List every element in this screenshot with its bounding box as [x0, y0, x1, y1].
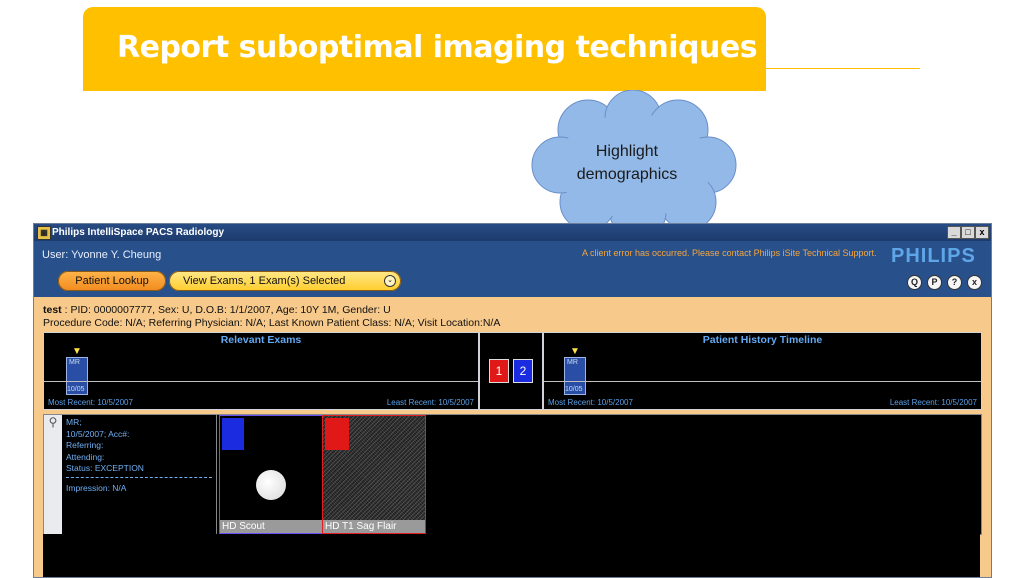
- most-recent-label: Most Recent: 10/5/2007: [48, 398, 133, 407]
- most-recent-label: Most Recent: 10/5/2007: [548, 398, 633, 407]
- history-marker-date: 10/05: [565, 386, 583, 393]
- series-marker: [222, 418, 244, 450]
- tab-patient-lookup[interactable]: Patient Lookup: [58, 271, 166, 291]
- series-marker: [325, 418, 349, 450]
- app-icon: ▦: [37, 226, 51, 240]
- compare-slot-1[interactable]: 1: [489, 359, 509, 383]
- series-thumbnail[interactable]: HD Scout: [219, 415, 323, 534]
- current-user: User: Yvonne Y. Cheung: [42, 249, 162, 261]
- history-marker-modality: MR: [567, 359, 578, 366]
- relevant-exams-title: Relevant Exams: [220, 334, 302, 346]
- series-thumbnails: HD Scout HD T1 Sag Flair: [216, 414, 982, 535]
- exam-details-text: MR; 10/5/2007; Acc#: Referring: Attendin…: [66, 417, 144, 475]
- relevant-exams-panel: Relevant Exams ▼ MR 10/05 Most Recent: 1…: [43, 332, 479, 410]
- exam-detail-line: 10/5/2007; Acc#:: [66, 428, 130, 439]
- tab-view-exams[interactable]: View Exams, 1 Exam(s) Selected ⌄: [169, 271, 401, 291]
- timeline-axis: [544, 381, 981, 382]
- exam-detail-line: Attending:: [66, 451, 105, 462]
- q-icon[interactable]: Q: [907, 275, 922, 290]
- window-titlebar[interactable]: ▦ Philips IntelliSpace PACS Radiology _ …: [34, 224, 991, 241]
- arrow-down-icon: ▼: [72, 346, 82, 357]
- series-thumbnail[interactable]: HD T1 Sag Flair: [322, 415, 426, 534]
- scout-image: [256, 470, 286, 500]
- close-window-button[interactable]: x: [975, 226, 989, 239]
- viewer-area[interactable]: [43, 534, 980, 577]
- patient-info-line1: : PID: 0000007777, Sex: U, D.O.B: 1/1/20…: [61, 304, 391, 316]
- maximize-button[interactable]: □: [961, 226, 975, 239]
- exam-detail-line: Status: EXCEPTION: [66, 463, 144, 473]
- wrench-icon[interactable]: ⚲: [44, 415, 62, 534]
- impression-text: Impression: N/A: [66, 483, 127, 493]
- exam-marker-modality: MR: [69, 359, 80, 366]
- series-label: HD T1 Sag Flair: [323, 520, 425, 533]
- compare-panel: 1 2: [479, 332, 543, 410]
- history-marker[interactable]: MR 10/05: [564, 357, 586, 395]
- exam-detail-line: Referring:: [66, 440, 104, 450]
- patient-name: test: [43, 304, 62, 316]
- p-icon[interactable]: P: [927, 275, 942, 290]
- close-icon[interactable]: x: [967, 275, 982, 290]
- help-icon[interactable]: ?: [947, 275, 962, 290]
- minimize-button[interactable]: _: [947, 226, 961, 239]
- pacs-window: ▦ Philips IntelliSpace PACS Radiology _ …: [33, 223, 992, 578]
- callout-text: Highlight demographics: [576, 143, 678, 183]
- arrow-down-icon: ▼: [570, 346, 580, 357]
- history-timeline-title: Patient History Timeline: [702, 334, 823, 346]
- exam-marker-date: 10/05: [67, 386, 85, 393]
- least-recent-label: Least Recent: 10/5/2007: [889, 398, 977, 407]
- window-title: Philips IntelliSpace PACS Radiology: [52, 227, 225, 238]
- exam-details-panel: ⚲ MR; 10/5/2007; Acc#: Referring: Attend…: [43, 414, 217, 535]
- least-recent-label: Least Recent: 10/5/2007: [386, 398, 474, 407]
- title-underline: [766, 68, 920, 69]
- patient-info-line2: Procedure Code: N/A; Referring Physician…: [43, 317, 501, 329]
- tab-view-exams-label: View Exams, 1 Exam(s) Selected: [183, 275, 346, 287]
- patient-demographics: test : PID: 0000007777, Sex: U, D.O.B: 1…: [43, 304, 500, 330]
- compare-slot-2[interactable]: 2: [513, 359, 533, 383]
- chevron-down-icon[interactable]: ⌄: [384, 275, 396, 287]
- series-label: HD Scout: [220, 520, 322, 533]
- philips-logo: PHILIPS: [891, 245, 976, 267]
- slide-title: Report suboptimal imaging techniques: [117, 30, 758, 65]
- history-timeline-panel: Patient History Timeline ▼ MR 10/05 Most…: [543, 332, 982, 410]
- error-message: A client error has occurred. Please cont…: [582, 248, 877, 258]
- exam-detail-line: MR;: [66, 417, 82, 427]
- timeline-axis: [44, 381, 478, 382]
- exam-marker[interactable]: MR 10/05: [66, 357, 88, 395]
- details-divider: [66, 477, 212, 478]
